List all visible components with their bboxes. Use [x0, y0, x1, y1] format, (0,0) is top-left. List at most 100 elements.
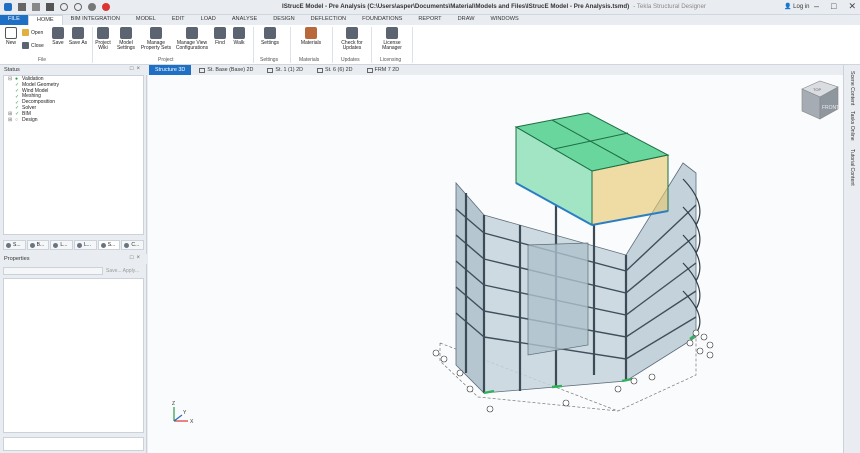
tab-draw[interactable]: DRAW	[450, 15, 483, 25]
save-as-icon	[72, 27, 84, 39]
tab-frm-7-2d[interactable]: FRM 7 2D	[361, 65, 406, 75]
property-sets-icon	[150, 27, 162, 39]
save-as-button[interactable]: Save As	[68, 27, 88, 46]
close-button[interactable]: Close	[22, 42, 44, 49]
settings-icon[interactable]	[88, 3, 96, 11]
window-title: IStrucE Model - Pre Analysis (C:\Users\a…	[282, 3, 706, 10]
check-updates-button[interactable]: Check for Updates	[338, 27, 366, 52]
tab-deflection[interactable]: DEFLECTION	[303, 15, 354, 25]
panel-tab-label: L...	[60, 242, 68, 248]
property-set-combo[interactable]	[3, 267, 103, 275]
panel-tab-4[interactable]: L...	[74, 240, 97, 250]
save-button[interactable]: Save	[50, 27, 66, 46]
properties-grid	[3, 278, 144, 433]
save-as-label: Save As	[68, 40, 88, 46]
tab-foundations[interactable]: FOUNDATIONS	[354, 15, 410, 25]
window-title-main: IStrucE Model - Pre Analysis (C:\Users\a…	[282, 3, 630, 10]
manage-view-configurations-button[interactable]: Manage View Configurations	[173, 27, 211, 52]
status-tree-box: ⊟ ● Validation ✓ Model Geometry ✓ Wind Model…	[3, 75, 144, 235]
close-file-icon	[22, 42, 29, 49]
panel-controls[interactable]: □×	[130, 66, 143, 72]
settings-button[interactable]: Settings	[258, 27, 282, 46]
tab-file[interactable]: FILE	[0, 15, 28, 25]
save-icon[interactable]	[46, 3, 54, 11]
model-settings-button[interactable]: Model Settings	[115, 27, 137, 52]
walk-button[interactable]: Walk	[231, 27, 247, 46]
window-title-app: - Tekla Structural Designer	[633, 3, 706, 10]
check-updates-label: Check for Updates	[341, 40, 363, 52]
group-separator	[253, 27, 254, 63]
panel-tab-1[interactable]: S...	[3, 240, 26, 250]
group-separator	[92, 27, 93, 63]
expand-icon[interactable]: ⊟	[8, 76, 13, 83]
tab-st-1-2d[interactable]: St. 1 (1) 2D	[261, 65, 309, 75]
materials-label: Materials	[300, 40, 322, 46]
license-manager-button[interactable]: License Manager	[377, 27, 407, 52]
tab-design[interactable]: DESIGN	[265, 15, 302, 25]
group-licensing-label: Licensing	[380, 57, 402, 63]
view-tab-label: FRM 7 2D	[374, 67, 400, 73]
close-icon[interactable]: ✕	[848, 1, 856, 12]
manage-property-sets-button[interactable]: Manage Property Sets	[140, 27, 172, 52]
open-button[interactable]: Open	[22, 29, 43, 36]
new-button[interactable]: New	[3, 27, 19, 46]
panel-controls[interactable]: □×	[130, 255, 143, 261]
group-separator	[290, 27, 291, 63]
new-icon[interactable]	[18, 3, 26, 11]
license-icon	[386, 27, 398, 39]
tab-st-base-2d[interactable]: St. Base (Base) 2D	[193, 65, 259, 75]
materials-button[interactable]: Materials	[298, 27, 324, 46]
manage-view-configurations-label: Manage View Configurations	[175, 40, 209, 52]
status-icon	[100, 242, 106, 248]
tab-report[interactable]: REPORT	[410, 15, 449, 25]
axis-triad: Z X Y	[172, 401, 194, 425]
scene-content-tab[interactable]: Scene Content	[849, 71, 855, 105]
login-link[interactable]: 👤 Log in	[784, 3, 810, 10]
tutorial-content-tab[interactable]: Tutorial Content	[849, 149, 855, 186]
tasks-online-tab[interactable]: Tasks Online	[849, 111, 855, 141]
structure-3d-viewport[interactable]: TOP FRONT Z X Y	[148, 75, 843, 453]
wrench-icon	[264, 27, 276, 39]
license-manager-label: License Manager	[382, 40, 402, 52]
group-separator	[371, 27, 372, 63]
tree-item-design[interactable]: ⊞ ○ Design	[8, 116, 59, 124]
panel-tab-label: S...	[13, 242, 21, 248]
record-icon[interactable]	[102, 3, 110, 11]
tab-bim-integration[interactable]: BIM INTEGRATION	[63, 15, 128, 25]
panel-tab-label: B...	[36, 242, 45, 248]
view-tab-label: St. 1 (1) 2D	[275, 67, 303, 73]
tab-home[interactable]: HOME	[27, 15, 63, 25]
minimize-icon[interactable]: –	[814, 1, 819, 12]
login-label[interactable]: Log in	[793, 4, 809, 10]
panel-tab-6[interactable]: C...	[121, 240, 145, 250]
tab-structure-3d[interactable]: Structure 3D	[149, 65, 192, 75]
maximize-icon[interactable]: □	[831, 1, 836, 12]
tree-label: Design	[22, 116, 38, 123]
group-file-label: File	[38, 57, 47, 63]
tab-load[interactable]: LOAD	[193, 15, 224, 25]
view-tab-label: Structure 3D	[155, 67, 186, 73]
tab-edit[interactable]: EDIT	[164, 15, 193, 25]
model-settings-icon	[120, 27, 132, 39]
undo-icon[interactable]	[60, 3, 68, 11]
tab-analyse[interactable]: ANALYSE	[224, 15, 265, 25]
tab-st-6-2d[interactable]: St. 6 (6) 2D	[311, 65, 359, 75]
find-button[interactable]: Find	[213, 27, 227, 46]
core-wall-left	[455, 181, 485, 394]
tab-model[interactable]: MODEL	[128, 15, 164, 25]
save-apply-links[interactable]: Save... Apply...	[106, 268, 139, 274]
bim-icon	[29, 242, 35, 248]
panel-tab-2[interactable]: B...	[26, 240, 50, 250]
expand-icon[interactable]: ⊞	[8, 117, 13, 124]
view-cube[interactable]: TOP FRONT	[801, 80, 839, 120]
tab-windows[interactable]: WINDOWS	[483, 15, 527, 25]
building-3d-model[interactable]: TOP FRONT Z X Y	[148, 75, 843, 453]
project-wiki-button[interactable]: Project Wiki	[94, 27, 112, 52]
panel-tab-3[interactable]: L...	[50, 240, 74, 250]
open-icon[interactable]	[32, 3, 40, 11]
panel-tab-5[interactable]: S...	[97, 240, 121, 250]
close-label: Close	[31, 42, 44, 49]
redo-icon[interactable]	[74, 3, 82, 11]
model-settings-label: Model Settings	[116, 40, 136, 52]
quick-access-toolbar	[4, 3, 110, 11]
